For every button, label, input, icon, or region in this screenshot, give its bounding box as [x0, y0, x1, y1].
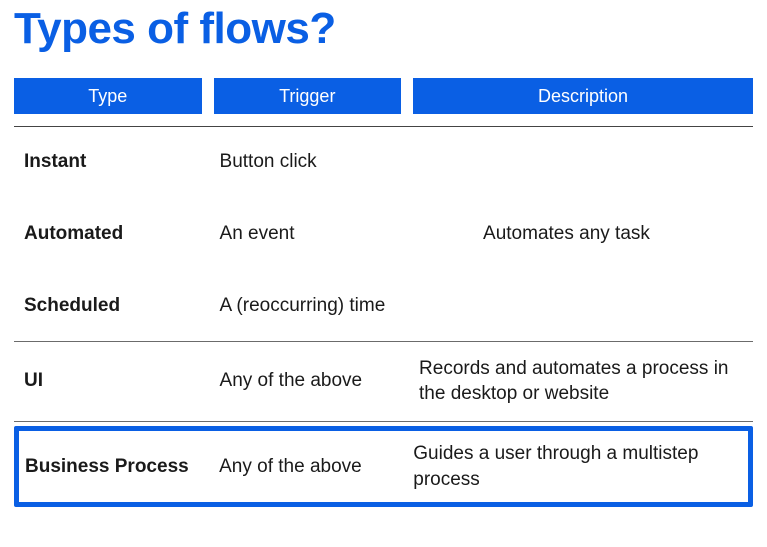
cell-description — [413, 271, 753, 342]
cell-description: Automates any task — [413, 197, 753, 271]
highlight-box: Business Process Any of the above Guides… — [14, 426, 753, 507]
table-row-highlighted: Business Process Any of the above Guides… — [14, 422, 753, 507]
header-divider — [14, 114, 753, 127]
cell-type: Instant — [14, 127, 214, 198]
col-header-type: Type — [14, 78, 202, 114]
slide-title: Types of flows? — [14, 4, 753, 54]
col-header-description: Description — [413, 78, 753, 114]
cell-description: Records and automates a process in the d… — [413, 342, 753, 422]
cell-trigger: Button click — [214, 127, 414, 198]
cell-description — [413, 127, 753, 198]
cell-type: Automated — [14, 197, 214, 271]
table-row: UI Any of the above Records and automate… — [14, 342, 753, 422]
cell-type: UI — [14, 342, 214, 422]
cell-type: Scheduled — [14, 271, 214, 342]
flows-table: Type Trigger Description Instant Button … — [14, 78, 753, 507]
cell-type: Business Process — [25, 456, 219, 478]
table-header-row: Type Trigger Description — [14, 78, 753, 114]
col-header-trigger: Trigger — [214, 78, 402, 114]
slide: Types of flows? Type Trigger Description… — [0, 4, 767, 507]
table-row: Scheduled A (reoccurring) time — [14, 271, 753, 342]
cell-trigger: A (reoccurring) time — [214, 271, 414, 342]
cell-trigger: An event — [214, 197, 414, 271]
table-row: Automated An event Automates any task — [14, 197, 753, 271]
cell-trigger: Any of the above — [214, 342, 414, 422]
cell-trigger: Any of the above — [219, 456, 413, 478]
cell-description: Guides a user through a multistep proces… — [413, 441, 748, 492]
table-row: Instant Button click — [14, 127, 753, 198]
